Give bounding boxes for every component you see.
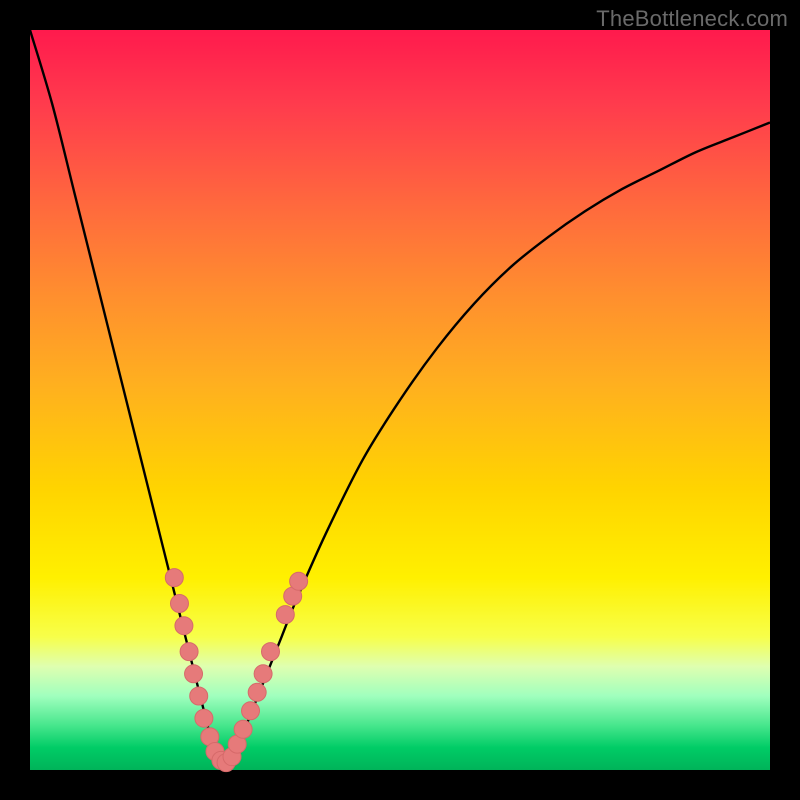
marker-dot (234, 720, 252, 738)
marker-dot (242, 702, 260, 720)
marker-dot (254, 665, 272, 683)
marker-dot (276, 606, 294, 624)
marker-dot (185, 665, 203, 683)
highlighted-points (165, 569, 307, 772)
watermark-text: TheBottleneck.com (596, 6, 788, 32)
marker-dot (290, 572, 308, 590)
curve-path (30, 30, 770, 770)
marker-dot (180, 643, 198, 661)
chart-frame: TheBottleneck.com (0, 0, 800, 800)
marker-dot (170, 595, 188, 613)
marker-dot (175, 617, 193, 635)
marker-dot (165, 569, 183, 587)
marker-dot (195, 709, 213, 727)
marker-dot (190, 687, 208, 705)
marker-dot (262, 643, 280, 661)
marker-dot (248, 683, 266, 701)
bottleneck-curve (30, 30, 770, 770)
chart-svg (30, 30, 770, 770)
